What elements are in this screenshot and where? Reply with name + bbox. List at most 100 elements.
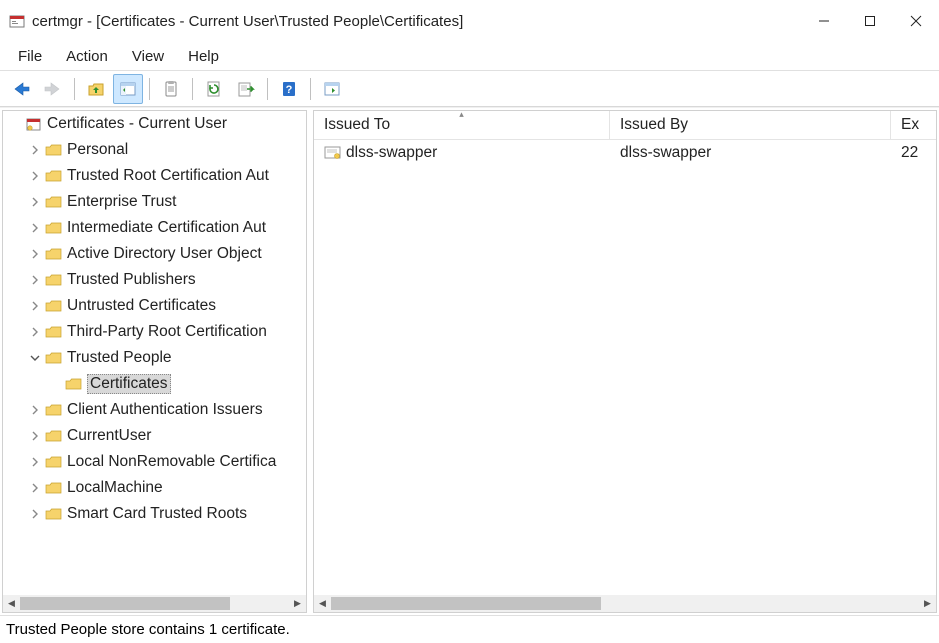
tree-horizontal-scrollbar[interactable]: ◀ ▶: [3, 595, 306, 612]
expand-toggle[interactable]: [27, 480, 43, 496]
list-body[interactable]: dlss-swapper dlss-swapper 22: [314, 140, 936, 595]
folder-icon: [45, 195, 63, 209]
certificate-store-icon: [25, 117, 43, 131]
tree-root[interactable]: Certificates - Current User: [3, 111, 306, 137]
folder-icon: [45, 299, 63, 313]
expand-toggle[interactable]: [27, 402, 43, 418]
tree-item[interactable]: Local NonRemovable Certifica: [3, 449, 306, 475]
column-issued-by[interactable]: Issued By: [610, 111, 891, 139]
folder-icon: [45, 325, 63, 339]
list-horizontal-scrollbar[interactable]: ◀ ▶: [314, 595, 936, 612]
tree-item[interactable]: Trusted Root Certification Aut: [3, 163, 306, 189]
help-button[interactable]: ?: [274, 74, 304, 104]
expand-toggle[interactable]: [27, 168, 43, 184]
column-label: Issued By: [620, 116, 688, 134]
minimize-button[interactable]: [801, 0, 847, 42]
tree-body[interactable]: Certificates - Current User Personal Trus…: [3, 111, 306, 595]
expand-toggle[interactable]: [27, 506, 43, 522]
cell-issued-by: dlss-swapper: [620, 144, 711, 162]
folder-icon: [45, 351, 63, 365]
folder-icon: [45, 273, 63, 287]
window-title: certmgr - [Certificates - Current User\T…: [32, 13, 801, 30]
content-area: Certificates - Current User Personal Trus…: [0, 107, 939, 615]
tree-item[interactable]: Enterprise Trust: [3, 189, 306, 215]
tree-item-label: Active Directory User Object: [67, 245, 262, 263]
tree-item-label: Intermediate Certification Aut: [67, 219, 266, 237]
tree-item[interactable]: Client Authentication Issuers: [3, 397, 306, 423]
tree-item-label: Client Authentication Issuers: [67, 401, 263, 419]
folder-icon: [45, 403, 63, 417]
properties-button[interactable]: [156, 74, 186, 104]
folder-icon: [45, 507, 63, 521]
statusbar: Trusted People store contains 1 certific…: [0, 615, 939, 643]
folder-icon: [45, 247, 63, 261]
scroll-thumb[interactable]: [20, 597, 230, 610]
show-hide-tree-button[interactable]: [113, 74, 143, 104]
tree-item[interactable]: Third-Party Root Certification: [3, 319, 306, 345]
tree-item-label: Local NonRemovable Certifica: [67, 453, 276, 471]
folder-icon: [45, 481, 63, 495]
column-label: Issued To: [324, 116, 390, 134]
refresh-button[interactable]: [199, 74, 229, 104]
close-button[interactable]: [893, 0, 939, 42]
column-expiration[interactable]: Ex: [891, 111, 936, 139]
tree-item-label: Untrusted Certificates: [67, 297, 216, 315]
expand-toggle[interactable]: [27, 220, 43, 236]
list-row[interactable]: dlss-swapper dlss-swapper 22: [314, 140, 936, 166]
expand-toggle[interactable]: [27, 246, 43, 262]
column-issued-to[interactable]: ▴ Issued To: [314, 111, 610, 139]
expand-toggle[interactable]: [27, 194, 43, 210]
menubar: File Action View Help: [0, 42, 939, 71]
tree-item-label: Enterprise Trust: [67, 193, 176, 211]
folder-icon: [45, 429, 63, 443]
tree-item[interactable]: Active Directory User Object: [3, 241, 306, 267]
tree-item-label: Certificates: [87, 374, 171, 394]
tree-item-label: Smart Card Trusted Roots: [67, 505, 247, 523]
tree-item[interactable]: Trusted People: [3, 345, 306, 371]
tree-item[interactable]: Certificates: [3, 371, 306, 397]
menu-action[interactable]: Action: [54, 44, 120, 69]
scroll-track[interactable]: [331, 595, 919, 612]
tree-item[interactable]: Trusted Publishers: [3, 267, 306, 293]
collapse-toggle[interactable]: [27, 350, 43, 366]
status-text: Trusted People store contains 1 certific…: [6, 621, 290, 638]
scroll-thumb[interactable]: [331, 597, 601, 610]
expand-toggle[interactable]: [27, 324, 43, 340]
tree-item[interactable]: LocalMachine: [3, 475, 306, 501]
scroll-right-button[interactable]: ▶: [919, 595, 936, 612]
scroll-left-button[interactable]: ◀: [314, 595, 331, 612]
scroll-right-button[interactable]: ▶: [289, 595, 306, 612]
tree-item[interactable]: Personal: [3, 137, 306, 163]
cell-expiration: 22: [901, 144, 918, 162]
tree-item[interactable]: Untrusted Certificates: [3, 293, 306, 319]
toolbar-separator: [192, 78, 193, 100]
expand-toggle[interactable]: [27, 454, 43, 470]
menu-file[interactable]: File: [6, 44, 54, 69]
app-icon: [8, 12, 26, 30]
folder-icon: [45, 143, 63, 157]
scroll-track[interactable]: [20, 595, 289, 612]
tree-item-label: Third-Party Root Certification: [67, 323, 267, 341]
menu-view[interactable]: View: [120, 44, 176, 69]
view-options-button[interactable]: [317, 74, 347, 104]
maximize-button[interactable]: [847, 0, 893, 42]
scroll-left-button[interactable]: ◀: [3, 595, 20, 612]
folder-icon: [45, 169, 63, 183]
tree-item-label: Trusted People: [67, 349, 172, 367]
export-list-button[interactable]: [231, 74, 261, 104]
expand-toggle[interactable]: [7, 116, 23, 132]
expand-toggle[interactable]: [27, 298, 43, 314]
up-button[interactable]: [81, 74, 111, 104]
expand-toggle[interactable]: [27, 428, 43, 444]
expand-toggle[interactable]: [27, 142, 43, 158]
menu-help[interactable]: Help: [176, 44, 231, 69]
tree-item[interactable]: Smart Card Trusted Roots: [3, 501, 306, 527]
tree-item[interactable]: Intermediate Certification Aut: [3, 215, 306, 241]
tree-item[interactable]: CurrentUser: [3, 423, 306, 449]
forward-button[interactable]: [38, 74, 68, 104]
folder-icon: [45, 221, 63, 235]
expand-toggle[interactable]: [27, 272, 43, 288]
cell-issued-to: dlss-swapper: [346, 144, 437, 162]
back-button[interactable]: [6, 74, 36, 104]
tree-item-label: Trusted Root Certification Aut: [67, 167, 269, 185]
